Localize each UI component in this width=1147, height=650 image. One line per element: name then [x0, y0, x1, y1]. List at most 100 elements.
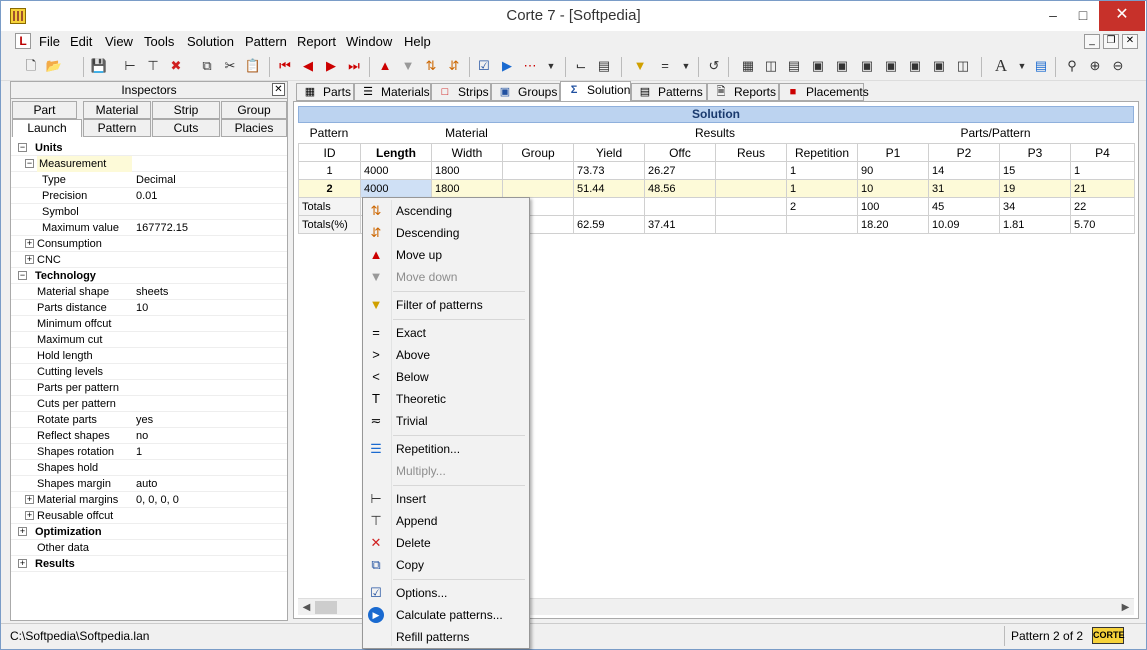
menu-item-filter-of-patterns[interactable]: ▼ Filter of patterns	[365, 294, 527, 316]
grid-cell[interactable]: 10.09	[928, 215, 1000, 234]
tree-row[interactable]: Shapes margin auto	[11, 476, 287, 492]
append-icon[interactable]: ⊤	[144, 57, 162, 75]
tree-row[interactable]: Minimum offcut	[11, 316, 287, 332]
tree-row-value[interactable]: sheets	[136, 284, 168, 300]
inspector-tab-placies[interactable]: Placies	[221, 119, 287, 137]
zoom-icon[interactable]: ⚲	[1063, 57, 1081, 75]
inspector-tab-part[interactable]: Part	[12, 101, 77, 119]
tree-row-value[interactable]: 0.01	[136, 188, 157, 204]
menu-file[interactable]: File	[39, 34, 60, 49]
grid-cell[interactable]: 1800	[431, 179, 503, 198]
grid-cell[interactable]	[715, 161, 787, 180]
inspector-tab-material[interactable]: Material	[83, 101, 151, 119]
tree-row[interactable]: Shapes hold	[11, 460, 287, 476]
grid-cell[interactable]	[573, 197, 645, 216]
inspector-tab-group[interactable]: Group	[221, 101, 287, 119]
align-g-icon[interactable]: ◫	[954, 57, 972, 75]
menu-item-descending[interactable]: ⇵ Descending	[365, 222, 527, 244]
inspector-tab-pattern[interactable]: Pattern	[83, 119, 151, 137]
options-icon[interactable]: ☑	[475, 57, 493, 75]
zoom-in-icon[interactable]: ⊕	[1086, 57, 1104, 75]
more-icon[interactable]: ⋯	[521, 57, 539, 75]
grid-cell[interactable]: 22	[1070, 197, 1135, 216]
tree-row[interactable]: Parts distance 10	[11, 300, 287, 316]
tree-row[interactable]: Precision 0.01	[11, 188, 287, 204]
menu-pattern[interactable]: Pattern	[245, 34, 287, 49]
maximize-button[interactable]: □	[1068, 1, 1098, 31]
menu-item-delete[interactable]: ✕ Delete	[365, 532, 527, 554]
equals-icon[interactable]: =	[656, 57, 674, 75]
column-header[interactable]: Length	[360, 143, 432, 162]
tree-row[interactable]: Maximum cut	[11, 332, 287, 348]
split-horizontal-icon[interactable]: ▤	[785, 57, 803, 75]
grid-cell[interactable]: 21	[1070, 179, 1135, 198]
copy-icon[interactable]: ⧉	[198, 57, 216, 75]
tree-row[interactable]: + Optimization	[11, 524, 287, 540]
font-icon[interactable]: A	[992, 57, 1010, 75]
grid-cell[interactable]	[715, 179, 787, 198]
inspector-tab-launch[interactable]: Launch	[12, 119, 82, 137]
move-down-icon[interactable]: ▼	[399, 57, 417, 75]
grid-cell[interactable]: 18.20	[857, 215, 929, 234]
tree-row[interactable]: + Consumption	[11, 236, 287, 252]
new-icon[interactable]: 🗋	[22, 57, 40, 75]
grid-cell[interactable]: 1	[1070, 161, 1135, 180]
grid-cell[interactable]: 51.44	[573, 179, 645, 198]
grid-cell[interactable]: 34	[999, 197, 1071, 216]
tree-row[interactable]: Type Decimal	[11, 172, 287, 188]
grid-cell[interactable]: 2	[298, 179, 361, 198]
menu-solution[interactable]: Solution	[187, 34, 234, 49]
tree-row-value[interactable]: Decimal	[136, 172, 176, 188]
tab-groups[interactable]: ▣ Groups	[491, 83, 560, 101]
align-a-icon[interactable]: ▣	[809, 57, 827, 75]
grid-cell[interactable]: 1800	[431, 161, 503, 180]
tree-row[interactable]: − Technology	[11, 268, 287, 284]
layout-a-icon[interactable]: ⌙	[572, 57, 590, 75]
tree-row[interactable]: Material shape sheets	[11, 284, 287, 300]
menu-item-refill-patterns[interactable]: Refill patterns	[365, 626, 527, 648]
layout-b-icon[interactable]: ▤	[595, 57, 613, 75]
first-record-icon[interactable]: ⏮	[276, 57, 294, 75]
grid-cell[interactable]: 100	[857, 197, 929, 216]
menu-item-above[interactable]: > Above	[365, 344, 527, 366]
expand-icon[interactable]: +	[25, 495, 34, 504]
sort-descending-icon[interactable]: ⇵	[445, 57, 463, 75]
grid-cell[interactable]	[715, 215, 787, 234]
tree-row[interactable]: Hold length	[11, 348, 287, 364]
split-vertical-icon[interactable]: ◫	[762, 57, 780, 75]
close-button[interactable]: ✕	[1099, 1, 1145, 31]
grid-cell[interactable]: 1.81	[999, 215, 1071, 234]
tree-row-value[interactable]: 1	[136, 444, 142, 460]
zoom-out-icon[interactable]: ⊖	[1109, 57, 1127, 75]
column-header[interactable]: P1	[857, 143, 929, 162]
grid-cell[interactable]	[715, 197, 787, 216]
tree-row[interactable]: Parts per pattern	[11, 380, 287, 396]
list-icon[interactable]: ▤	[1032, 57, 1050, 75]
grid-cell[interactable]: 62.59	[573, 215, 645, 234]
column-header[interactable]: P3	[999, 143, 1071, 162]
grid-cell[interactable]	[786, 215, 858, 234]
menu-item-options[interactable]: ☑ Options...	[365, 582, 527, 604]
menu-item-calculate-patterns[interactable]: ▶ Calculate patterns...	[365, 604, 527, 626]
tree-row-value[interactable]: 10	[136, 300, 148, 316]
tree-row[interactable]: + Material margins 0, 0, 0, 0	[11, 492, 287, 508]
column-header[interactable]: Reus	[715, 143, 787, 162]
menu-item-move-up[interactable]: ▲ Move up	[365, 244, 527, 266]
column-header[interactable]: ID	[298, 143, 361, 162]
grid-cell[interactable]: 45	[928, 197, 1000, 216]
align-f-icon[interactable]: ▣	[930, 57, 948, 75]
scroll-right-icon[interactable]: ▶	[1117, 599, 1134, 616]
tree-row-value[interactable]: no	[136, 428, 148, 444]
tree-row[interactable]: Rotate parts yes	[11, 412, 287, 428]
sort-ascending-icon[interactable]: ⇅	[422, 57, 440, 75]
column-header[interactable]: Yield	[573, 143, 645, 162]
minimize-button[interactable]: –	[1038, 1, 1068, 31]
tree-row-value[interactable]: 0, 0, 0, 0	[136, 492, 179, 508]
menu-item-multiply[interactable]: Multiply...	[365, 460, 527, 482]
tab-materials[interactable]: ☰ Materials	[354, 83, 431, 101]
grid-cell[interactable]: 1	[786, 161, 858, 180]
column-header[interactable]: Repetition	[786, 143, 858, 162]
filter-icon[interactable]: ▼	[631, 57, 649, 75]
tree-row[interactable]: Symbol	[11, 204, 287, 220]
move-up-icon[interactable]: ▲	[376, 57, 394, 75]
